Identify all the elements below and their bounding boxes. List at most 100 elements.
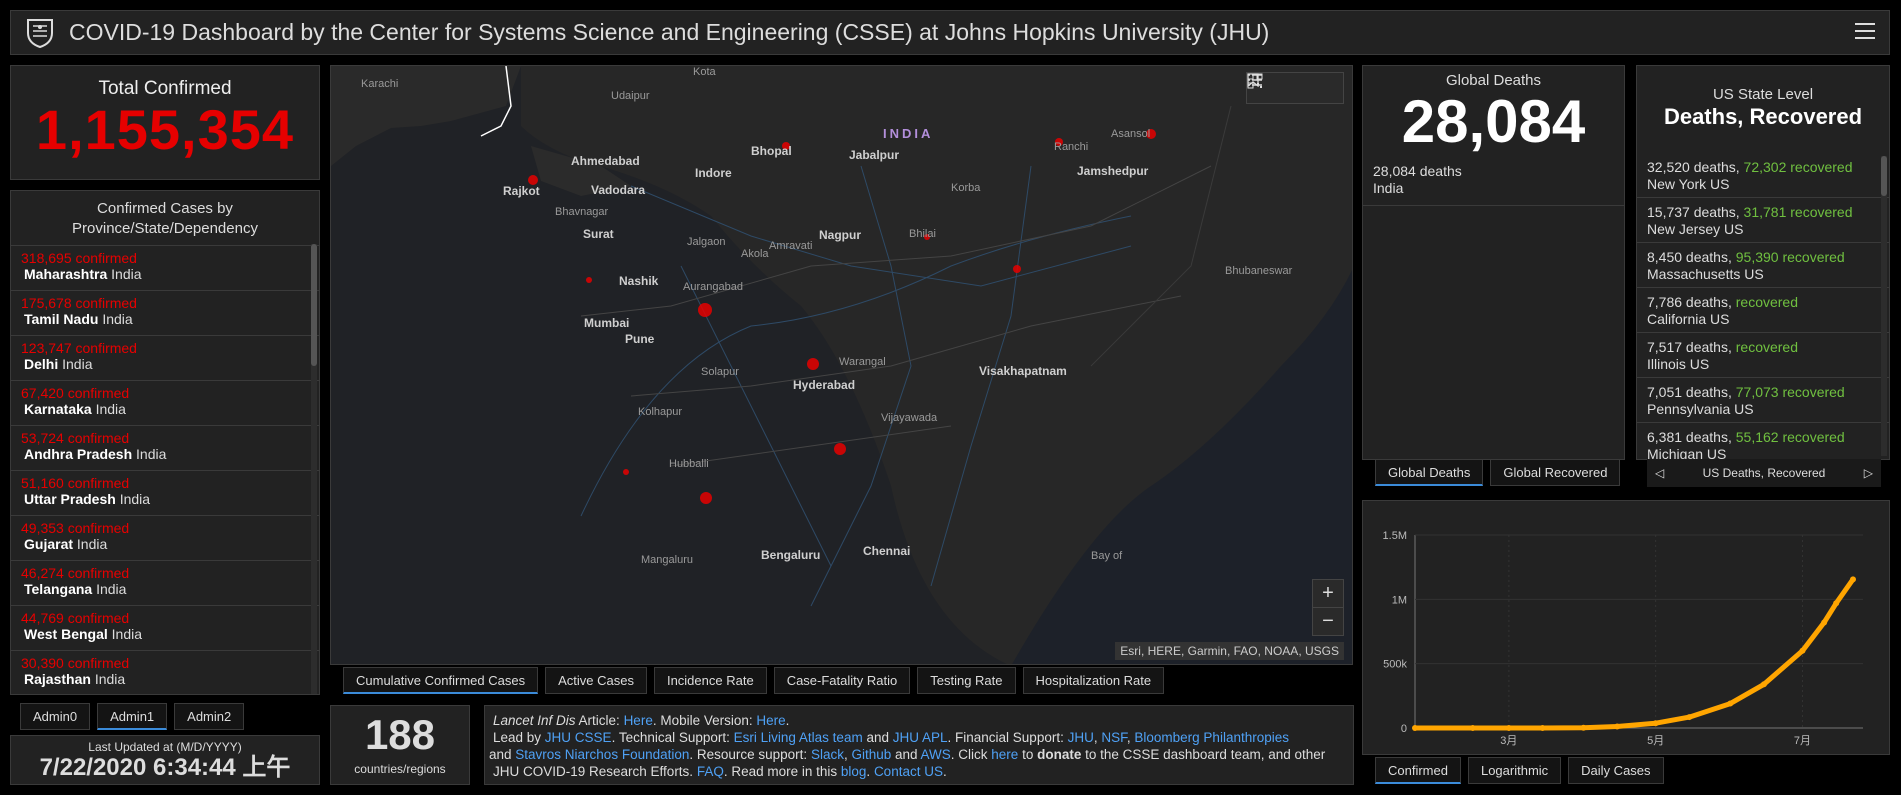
city-label: Bhubaneswar: [1225, 265, 1293, 277]
deaths-tab[interactable]: Global Deaths: [1375, 459, 1484, 486]
us-state-item[interactable]: 8,450 deaths, 95,390 recovered Massachuse…: [1637, 243, 1889, 288]
faq-link[interactable]: FAQ: [697, 764, 724, 779]
chart-tab[interactable]: Logarithmic: [1467, 757, 1562, 784]
province-list-item[interactable]: 46,274 confirmed Telangana India: [11, 561, 319, 606]
confirmed-data-point[interactable]: [1412, 725, 1418, 731]
bloomberg-link[interactable]: Bloomberg Philanthropies: [1134, 730, 1289, 745]
jhu-csse-link[interactable]: JHU CSSE: [545, 730, 612, 745]
us-recovered: 95,390: [1735, 249, 1779, 265]
chart-tab[interactable]: Daily Cases: [1568, 757, 1664, 784]
province-list-item[interactable]: 123,747 confirmed Delhi India: [11, 336, 319, 381]
chart-tab[interactable]: Confirmed: [1375, 757, 1461, 784]
us-deaths-word: deaths,: [1682, 294, 1736, 310]
menu-icon[interactable]: [1855, 23, 1875, 41]
nsf-link[interactable]: NSF: [1101, 730, 1127, 745]
map-layer-tab[interactable]: Incidence Rate: [653, 667, 767, 694]
here-link[interactable]: here: [991, 747, 1018, 762]
confirmed-data-point[interactable]: [1505, 725, 1512, 731]
chevron-right-icon[interactable]: ▷: [1864, 466, 1873, 480]
case-marker[interactable]: [586, 277, 592, 283]
us-deaths-word: deaths,: [1689, 159, 1744, 175]
province-list-item[interactable]: 49,353 confirmed Gujarat India: [11, 516, 319, 561]
province-name-row: Tamil Nadu India: [21, 311, 319, 327]
city-label: Solapur: [701, 366, 739, 378]
case-marker[interactable]: [623, 469, 629, 475]
province-name-row: Rajasthan India: [21, 671, 319, 687]
list-icon[interactable]: [1248, 73, 1311, 103]
info-text: .: [942, 764, 947, 779]
map-layer-tab[interactable]: Cumulative Confirmed Cases: [343, 667, 539, 694]
province-name-row: Maharashtra India: [21, 266, 319, 282]
confirmed-data-point[interactable]: [1850, 576, 1856, 583]
case-marker[interactable]: [698, 303, 712, 317]
map-view[interactable]: INDIA Karachi Kota Udaipur Bhopal Jabalpur Ra…: [330, 65, 1353, 665]
confirmed-data-point[interactable]: [1614, 723, 1621, 730]
confirmed-line-chart[interactable]: 0 500k 1M 1.5M 3月 5月 7月: [1363, 501, 1891, 756]
us-state-item[interactable]: 7,051 deaths, 77,073 recovered Pennsylvan…: [1637, 378, 1889, 423]
chevron-left-icon[interactable]: ◁: [1655, 466, 1664, 480]
github-link[interactable]: Github: [851, 747, 891, 762]
confirmed-data-point[interactable]: [1821, 619, 1828, 626]
case-marker[interactable]: [1013, 265, 1021, 273]
us-state-item[interactable]: 7,786 deaths, recovered California US: [1637, 288, 1889, 333]
confirmed-data-point[interactable]: [1760, 681, 1767, 688]
zoom-out-button[interactable]: −: [1313, 608, 1343, 635]
city-label: Warangal: [839, 356, 886, 368]
confirmed-data-point[interactable]: [1833, 600, 1840, 607]
map-layer-tab[interactable]: Testing Rate: [917, 667, 1016, 694]
province-name-row: Telangana India: [21, 581, 319, 597]
stavros-link[interactable]: Stavros Niarchos Foundation: [515, 747, 689, 762]
deaths-list-item[interactable]: 28,084 deaths India: [1363, 155, 1624, 206]
province-list-item[interactable]: 51,160 confirmed Uttar Pradesh India: [11, 471, 319, 516]
admin-tab[interactable]: Admin2: [174, 703, 245, 730]
us-state-item[interactable]: 32,520 deaths, 72,302 recovered New York …: [1637, 153, 1889, 198]
zoom-in-button[interactable]: +: [1313, 580, 1343, 607]
confirmed-data-point[interactable]: [1799, 647, 1806, 654]
province-list-item[interactable]: 30,390 confirmed Rajasthan India: [11, 651, 319, 694]
slack-link[interactable]: Slack: [811, 747, 844, 762]
province-list-item[interactable]: 44,769 confirmed West Bengal India: [11, 606, 319, 651]
article-link[interactable]: Here: [624, 713, 653, 728]
map-layer-tab[interactable]: Hospitalization Rate: [1022, 667, 1165, 694]
case-marker[interactable]: [807, 358, 819, 370]
map-layer-tab[interactable]: Active Cases: [545, 667, 647, 694]
info-text: . Read more in this: [723, 764, 841, 779]
us-recovered: 77,073: [1735, 384, 1779, 400]
province-count: 67,420 confirmed: [21, 385, 130, 401]
jhu-link[interactable]: JHU: [1068, 730, 1094, 745]
info-text: and: [489, 747, 516, 762]
us-state-item[interactable]: 7,517 deaths, recovered Illinois US: [1637, 333, 1889, 378]
us-state-item[interactable]: 15,737 deaths, 31,781 recovered New Jerse…: [1637, 198, 1889, 243]
qr-code-icon[interactable]: [1247, 73, 1343, 103]
esri-link[interactable]: Esri Living Atlas team: [734, 730, 863, 745]
province-list-scrollbar[interactable]: [311, 244, 317, 694]
province-list-item[interactable]: 67,420 confirmed Karnataka India: [11, 381, 319, 426]
us-list-scrollbar[interactable]: [1881, 156, 1887, 456]
confirmed-data-point[interactable]: [1652, 720, 1659, 727]
province-list-item[interactable]: 175,678 confirmed Tamil Nadu India: [11, 291, 319, 336]
aws-link[interactable]: AWS: [921, 747, 951, 762]
admin-tab[interactable]: Admin1: [97, 703, 168, 730]
case-marker[interactable]: [834, 443, 846, 455]
admin-tab[interactable]: Admin0: [20, 703, 91, 730]
confirmed-data-point[interactable]: [1580, 724, 1587, 731]
confirmed-data-point[interactable]: [1539, 724, 1546, 731]
confirmed-data-point[interactable]: [1727, 700, 1734, 707]
mobile-version-link[interactable]: Here: [756, 713, 785, 728]
province-list-item[interactable]: 318,695 confirmed Maharashtra India: [11, 246, 319, 291]
map-attribution[interactable]: Esri, HERE, Garmin, FAO, NOAA, USGS: [1115, 642, 1344, 660]
blog-link[interactable]: blog: [841, 764, 867, 779]
case-marker[interactable]: [700, 492, 712, 504]
city-label: Hubballi: [669, 458, 709, 470]
countries-count-value: 188: [364, 711, 436, 758]
deaths-tab[interactable]: Global Recovered: [1490, 459, 1621, 486]
confirmed-data-point[interactable]: [1686, 714, 1693, 721]
province-list-item[interactable]: 53,724 confirmed Andhra Pradesh India: [11, 426, 319, 471]
confirmed-data-point[interactable]: [1469, 725, 1476, 731]
province-name: Andhra Pradesh: [24, 446, 133, 462]
donate-text: donate: [1037, 747, 1082, 762]
contact-link[interactable]: Contact US: [874, 764, 943, 779]
jhu-apl-link[interactable]: JHU APL: [893, 730, 948, 745]
map-layer-tab[interactable]: Case-Fatality Ratio: [773, 667, 911, 694]
us-state-item[interactable]: 6,381 deaths, 55,162 recovered Michigan U…: [1637, 423, 1889, 459]
